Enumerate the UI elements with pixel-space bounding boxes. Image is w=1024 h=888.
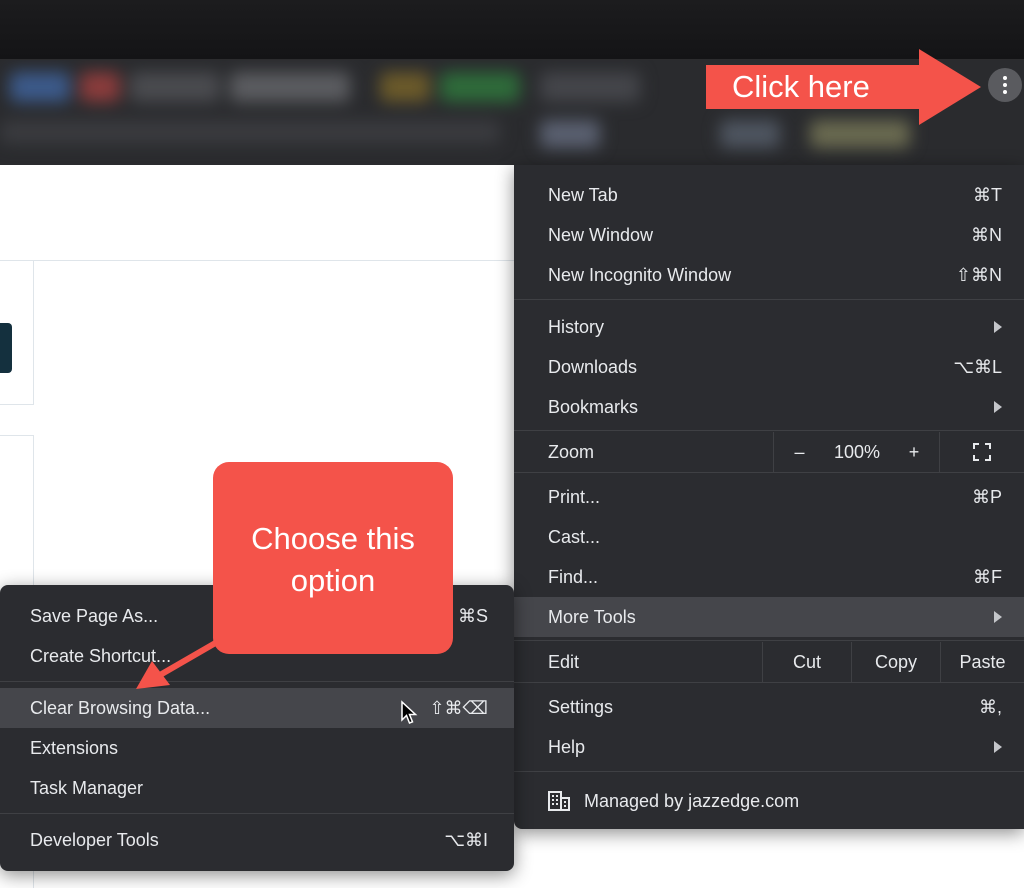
chrome-main-menu: New Tab ⌘T New Window ⌘N New Incognito W… (514, 165, 1024, 829)
menu-item-label: Help (548, 736, 586, 757)
menu-item-cast[interactable]: Cast... (514, 517, 1024, 557)
menu-item-label: New Window (548, 224, 654, 245)
menu-separator (514, 682, 1024, 683)
menu-item-extensions[interactable]: Extensions (0, 728, 514, 768)
paste-button[interactable]: Paste (940, 642, 1024, 682)
menu-item-shortcut: ⌘P (971, 486, 1002, 507)
menu-item-label: Downloads (548, 356, 638, 377)
choose-option-callout: Choose this option (213, 462, 453, 654)
chevron-right-icon (994, 401, 1002, 413)
menu-item-settings[interactable]: Settings ⌘, (514, 687, 1024, 727)
menu-item-shortcut: ⇧⌘⌫ (429, 697, 488, 718)
copy-label: Copy (874, 651, 918, 672)
building-icon (548, 791, 570, 811)
menu-separator (514, 430, 1024, 431)
chevron-right-icon (994, 611, 1002, 623)
menu-item-shortcut: ⇧⌘N (955, 264, 1002, 285)
menu-item-label: Find... (548, 566, 599, 587)
page-divider (0, 260, 515, 261)
menu-item-label: Bookmarks (548, 396, 639, 417)
menu-item-label: Edit (548, 651, 580, 672)
menu-item-label: Zoom (548, 441, 595, 462)
menu-item-label: Cast... (548, 526, 601, 547)
mouse-cursor-icon (401, 700, 418, 724)
menu-item-help[interactable]: Help (514, 727, 1024, 767)
menu-item-new-tab[interactable]: New Tab ⌘T (514, 175, 1024, 215)
menu-item-shortcut: ⌘F (973, 566, 1002, 587)
menu-item-label: Extensions (30, 737, 119, 758)
chevron-right-icon (994, 321, 1002, 333)
menu-item-label: New Tab (548, 184, 618, 205)
callout-text: Click here (732, 69, 870, 104)
menu-item-find[interactable]: Find... ⌘F (514, 557, 1024, 597)
menu-item-label: Print... (548, 486, 601, 507)
cut-button[interactable]: Cut (762, 642, 851, 682)
fullscreen-icon (973, 443, 991, 461)
zoom-value: 100% (833, 441, 881, 462)
menu-item-shortcut: ⌘, (978, 696, 1002, 717)
fullscreen-button[interactable] (939, 432, 1024, 472)
minus-icon: – (794, 441, 805, 462)
chevron-right-icon (994, 741, 1002, 753)
paste-label: Paste (959, 651, 1006, 672)
menu-item-new-incognito[interactable]: New Incognito Window ⇧⌘N (514, 255, 1024, 295)
menu-separator (514, 640, 1024, 641)
zoom-out-button[interactable]: – (773, 432, 825, 472)
zoom-row: Zoom – 100% + (514, 432, 1024, 472)
menu-item-history[interactable]: History (514, 307, 1024, 347)
menu-item-label: Clear Browsing Data... (30, 697, 211, 718)
click-here-arrow (919, 49, 981, 125)
callout-text: Choose this (251, 521, 415, 556)
kebab-menu-button[interactable] (988, 68, 1022, 102)
edit-row: Edit Cut Copy Paste (514, 642, 1024, 682)
menu-item-print[interactable]: Print... ⌘P (514, 477, 1024, 517)
menu-separator (514, 771, 1024, 772)
menu-item-shortcut: ⌘T (973, 184, 1002, 205)
managed-by-notice[interactable]: Managed by jazzedge.com (514, 781, 1024, 821)
menu-item-shortcut: ⌥⌘I (444, 829, 488, 850)
menu-item-label: New Incognito Window (548, 264, 732, 285)
managed-label: Managed by jazzedge.com (584, 790, 800, 811)
menu-separator (514, 472, 1024, 473)
menu-item-shortcut: ⌥⌘L (953, 356, 1002, 377)
menu-separator (514, 299, 1024, 300)
kebab-icon (1003, 76, 1007, 94)
plus-icon: + (908, 441, 920, 462)
menu-item-bookmarks[interactable]: Bookmarks (514, 387, 1024, 427)
click-here-callout: Click here (706, 65, 921, 109)
menu-item-task-manager[interactable]: Task Manager (0, 768, 514, 808)
menu-item-label: History (548, 316, 605, 337)
menu-item-shortcut: ⌘S (457, 605, 488, 626)
cut-label: Cut (792, 651, 821, 672)
browser-titlebar (0, 0, 1024, 60)
menu-item-new-window[interactable]: New Window ⌘N (514, 215, 1024, 255)
copy-button[interactable]: Copy (851, 642, 940, 682)
menu-item-label: More Tools (548, 606, 636, 627)
menu-item-label: Settings (548, 696, 614, 717)
page-button[interactable] (0, 323, 12, 373)
menu-item-shortcut: ⌘N (971, 224, 1002, 245)
menu-separator (0, 813, 514, 814)
zoom-in-button[interactable]: + (889, 432, 939, 472)
menu-item-downloads[interactable]: Downloads ⌥⌘L (514, 347, 1024, 387)
menu-item-label: Task Manager (30, 777, 144, 798)
menu-item-more-tools[interactable]: More Tools (514, 597, 1024, 637)
menu-item-developer-tools[interactable]: Developer Tools ⌥⌘I (0, 820, 514, 860)
zoom-level: 100% (825, 432, 889, 472)
callout-text: option (290, 563, 376, 598)
menu-item-label: Developer Tools (30, 829, 159, 850)
